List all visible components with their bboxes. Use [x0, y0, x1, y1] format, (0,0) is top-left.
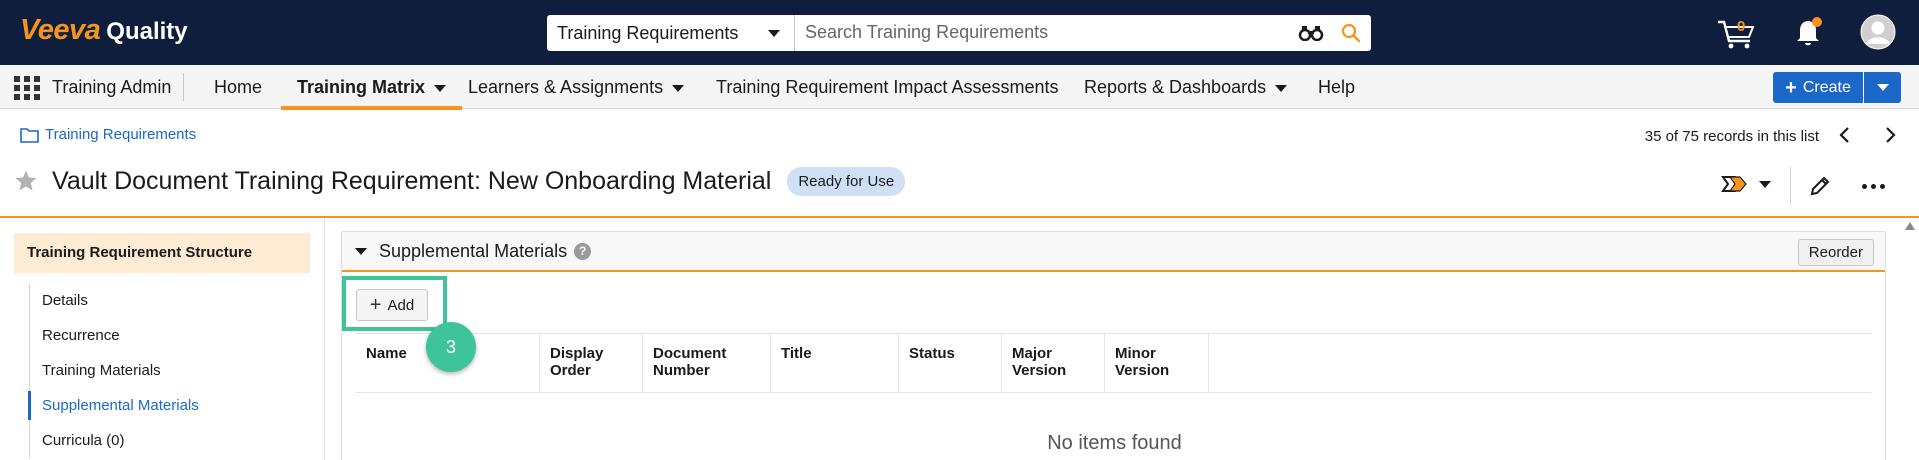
main-nav: Training Admin Home Training Matrix Lear… — [0, 65, 1919, 110]
sidebar-item-supplemental-materials[interactable]: Supplemental Materials — [28, 388, 309, 423]
header-divider — [1790, 167, 1791, 205]
notifications-bell-icon[interactable] — [1792, 16, 1824, 53]
nav-item-label: Learners & Assignments — [468, 77, 664, 97]
nav-item-home[interactable]: Home — [198, 65, 278, 109]
product-name: Quality — [106, 18, 188, 45]
previous-record-icon[interactable] — [1838, 126, 1852, 149]
global-search: Training Requirements — [547, 15, 1371, 51]
chevron-down-icon — [434, 84, 447, 92]
chevron-down-icon — [768, 30, 780, 37]
sidebar-item-curricula[interactable]: Curricula (0) — [30, 423, 309, 458]
nav-item-training-matrix[interactable]: Training Matrix — [281, 65, 463, 110]
step-badge: 3 — [426, 322, 476, 372]
cart-icon[interactable]: 0 — [1716, 14, 1760, 55]
nav-item-reports-dashboards[interactable]: Reports & Dashboards — [1068, 65, 1303, 109]
plus-icon: + — [1785, 76, 1797, 99]
status-badge: Ready for Use — [787, 166, 906, 196]
top-bar: Veeva Quality Training Requirements Sear… — [0, 0, 1919, 65]
page-title: Vault Document Training Requirement: New… — [52, 166, 772, 195]
app-logo[interactable]: Veeva Quality — [20, 14, 188, 48]
nav-item-label: Training Requirement Impact Assessments — [716, 77, 1059, 97]
user-avatar[interactable] — [1860, 14, 1896, 55]
sidebar-item-training-materials[interactable]: Training Materials — [30, 353, 309, 388]
star-icon[interactable] — [14, 169, 38, 193]
column-header-major-version[interactable]: Major Version — [1002, 334, 1105, 392]
scroll-up-icon[interactable] — [1905, 222, 1915, 230]
breadcrumb-link[interactable]: Training Requirements — [45, 126, 196, 143]
create-button[interactable]: + Create — [1773, 72, 1901, 103]
add-label: Add — [387, 296, 415, 314]
chevron-down-icon — [1275, 84, 1288, 92]
nav-item-learners-assignments[interactable]: Learners & Assignments — [452, 65, 700, 109]
record-position: 35 of 75 records in this list — [1644, 128, 1819, 145]
add-button[interactable]: + Add — [356, 289, 428, 321]
sidebar-item-details[interactable]: Details — [30, 283, 309, 318]
search-icon[interactable] — [1331, 15, 1371, 51]
chevron-down-icon — [672, 84, 685, 92]
column-header-display-order[interactable]: Display Order — [540, 334, 643, 392]
nav-item-label: Help — [1318, 77, 1356, 97]
create-dropdown-toggle[interactable] — [1863, 72, 1901, 103]
nav-item-label: Reports & Dashboards — [1084, 77, 1267, 97]
search-scope-select[interactable]: Training Requirements — [547, 15, 795, 51]
section-header: Supplemental Materials ? Reorder — [342, 232, 1885, 272]
nav-item-label: Home — [214, 77, 263, 97]
column-header-status[interactable]: Status — [899, 334, 1002, 392]
next-record-icon[interactable] — [1883, 126, 1897, 149]
workflow-actions-button[interactable] — [1721, 174, 1771, 194]
brand-name: Veeva — [20, 14, 101, 46]
structure-panel: Training Requirement Structure Details R… — [0, 218, 325, 460]
app-name[interactable]: Training Admin — [52, 65, 171, 109]
sidebar-item-recurrence[interactable]: Recurrence — [30, 318, 309, 353]
chevron-down-icon — [1876, 84, 1889, 91]
cart-count: 0 — [1737, 18, 1746, 35]
more-actions-icon[interactable] — [1862, 176, 1885, 189]
collapse-icon[interactable] — [355, 247, 367, 255]
chevron-down-icon — [1759, 180, 1771, 188]
create-label: Create — [1802, 78, 1851, 96]
nav-item-help[interactable]: Help — [1302, 65, 1371, 109]
structure-tree: Details Recurrence Training Materials Su… — [28, 283, 309, 458]
column-header-title[interactable]: Title — [771, 334, 899, 392]
record-title-row: Vault Document Training Requirement: New… — [14, 163, 906, 199]
search-scope-label: Training Requirements — [557, 22, 739, 43]
search-input[interactable] — [795, 15, 1291, 49]
materials-table: Name Display Order Document Number Title… — [356, 333, 1871, 393]
nav-item-label: Training Matrix — [297, 77, 426, 97]
plus-icon: + — [369, 294, 382, 316]
app-grid-icon[interactable] — [14, 76, 40, 100]
folder-icon — [20, 127, 39, 143]
workflow-icon — [1721, 176, 1747, 192]
reorder-button[interactable]: Reorder — [1797, 239, 1874, 266]
supplemental-materials-section: Supplemental Materials ? Reorder + Add 3… — [341, 231, 1886, 460]
column-header-document-number[interactable]: Document Number — [643, 334, 771, 392]
binoculars-icon[interactable] — [1291, 15, 1331, 51]
nav-divider — [183, 73, 184, 101]
edit-pencil-icon[interactable] — [1808, 174, 1832, 203]
nav-item-impact-assessments[interactable]: Training Requirement Impact Assessments — [700, 65, 1074, 109]
structure-heading: Training Requirement Structure — [14, 233, 310, 273]
create-main[interactable]: + Create — [1773, 72, 1863, 103]
column-header-minor-version[interactable]: Minor Version — [1105, 334, 1209, 392]
breadcrumb[interactable]: Training Requirements — [20, 126, 196, 143]
help-icon[interactable]: ? — [574, 242, 592, 260]
section-title: Supplemental Materials — [379, 240, 568, 261]
empty-state: No items found — [1047, 432, 1182, 454]
